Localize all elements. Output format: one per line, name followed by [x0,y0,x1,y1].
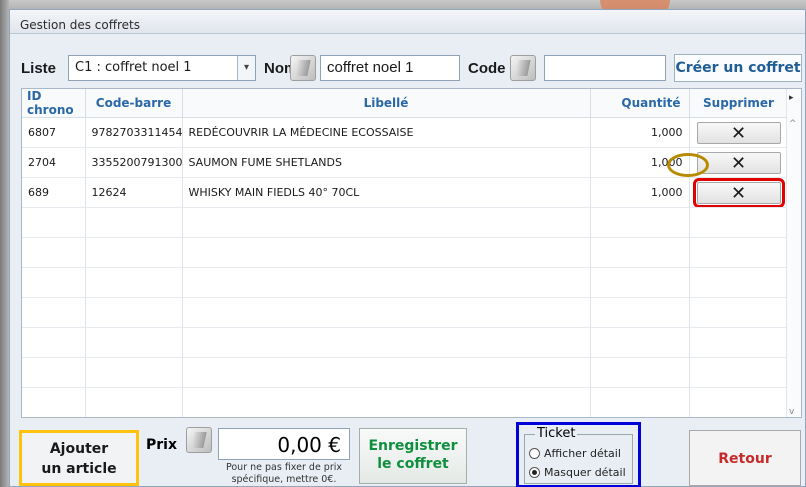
chevron-up-icon[interactable]: ^ [789,119,797,129]
radio-icon[interactable] [529,448,540,459]
back-button[interactable]: Retour [689,430,801,486]
ticket-group: Ticket Afficher détail Masquer détail [516,422,641,487]
title-bar: Gestion des coffrets [10,10,805,34]
prix-note: Pour ne pas fixer de prix spécifique, me… [218,462,350,486]
window-title: Gestion des coffrets [20,18,141,32]
create-coffret-button[interactable]: Créer un coffret [674,54,802,82]
desktop-edge [0,0,9,487]
col-id-chrono[interactable]: ID chrono [22,89,86,118]
ticket-legend: Ticket [535,426,578,441]
cell-barcode: 3355200791300 [85,147,183,178]
liste-select-value: C1 : coffret noel 1 [75,60,192,75]
add-article-line2: un article [41,461,117,477]
cell-id: 689 [22,177,86,208]
chevron-right-icon[interactable]: ▸ [789,93,794,103]
empty-row [22,297,789,328]
ticket-fieldset: Ticket Afficher détail Masquer détail [524,426,633,484]
delete-row-button[interactable]: ✕ [696,151,781,174]
empty-row [22,387,789,417]
coffrets-window: Gestion des coffrets Liste C1 : coffret … [9,9,806,487]
cell-id: 6807 [22,117,86,148]
cell-label: REDÉCOUVRIR LA MÉDECINE ECOSSAISE [182,117,591,148]
cell-barcode: 9782703311454 [85,117,183,148]
col-libelle[interactable]: Libellé [182,89,591,118]
prix-label: Prix [146,437,177,453]
articles-table: ID chrono Code-barre Libellé Quantité Su… [21,88,802,418]
liste-label: Liste [21,60,57,77]
empty-row [22,237,789,268]
liste-select[interactable]: C1 : coffret noel 1 ▾ [68,55,256,81]
radio-selected-icon[interactable] [529,467,540,478]
table-row[interactable]: 689 12624 WHISKY MAIN FIEDLS 40° 70CL 1,… [22,177,789,208]
keyboard-picker-icon[interactable] [186,427,212,453]
radio-masquer-label: Masquer détail [544,466,626,479]
delete-row-button[interactable]: ✕ [696,121,781,144]
cell-qty[interactable]: 1,000 [590,117,690,148]
empty-row [22,267,789,298]
cell-label: WHISKY MAIN FIEDLS 40° 70CL [182,177,591,208]
radio-afficher-label: Afficher détail [544,447,621,460]
chevron-down-icon[interactable]: v [789,407,794,417]
empty-row [22,327,789,358]
cell-delete: ✕ [689,117,789,148]
col-supprimer[interactable]: Supprimer [689,89,789,118]
bottom-bar: Ajouter un article Prix 0,00 € Pour ne p… [10,422,806,487]
radio-masquer-detail[interactable]: Masquer détail [529,466,626,479]
col-quantite[interactable]: Quantité [590,89,690,118]
table-row[interactable]: 6807 9782703311454 REDÉCOUVRIR LA MÉDECI… [22,117,789,148]
save-line2: le coffret [377,456,449,472]
toolbar: Liste C1 : coffret noel 1 ▾ Nom coffret … [10,50,806,84]
empty-row [22,357,789,388]
keyboard-picker-icon[interactable] [290,55,316,81]
save-line1: Enregistrer [368,438,458,454]
col-code-barre[interactable]: Code-barre [85,89,183,118]
cell-id: 2704 [22,147,86,178]
cell-barcode: 12624 [85,177,183,208]
table-header-row: ID chrono Code-barre Libellé Quantité Su… [22,89,789,118]
empty-row [22,207,789,238]
quantity-highlight-circle [667,153,709,177]
prix-field[interactable]: 0,00 € [218,428,350,460]
radio-afficher-detail[interactable]: Afficher détail [529,447,621,460]
add-article-button[interactable]: Ajouter un article [19,430,139,486]
cell-delete: ✕ [689,177,789,208]
nom-field[interactable]: coffret noel 1 [320,55,460,81]
code-label: Code [468,60,506,77]
nom-field-value: coffret noel 1 [327,59,414,76]
vertical-scrollbar[interactable]: ▸ ^ v [786,89,801,417]
code-field[interactable] [544,55,666,81]
chevron-down-icon[interactable]: ▾ [237,56,255,80]
prix-note-line2: spécifique, mettre 0€. [231,474,337,485]
cell-qty[interactable]: 1,000 [590,177,690,208]
prix-note-line1: Pour ne pas fixer de prix [225,462,343,473]
delete-row-button[interactable]: ✕ [692,177,785,207]
cell-label: SAUMON FUME SHETLANDS [182,147,591,178]
keyboard-picker-icon[interactable] [510,55,536,81]
save-coffret-button[interactable]: Enregistrer le coffret [359,428,467,484]
add-article-line1: Ajouter [49,441,109,457]
